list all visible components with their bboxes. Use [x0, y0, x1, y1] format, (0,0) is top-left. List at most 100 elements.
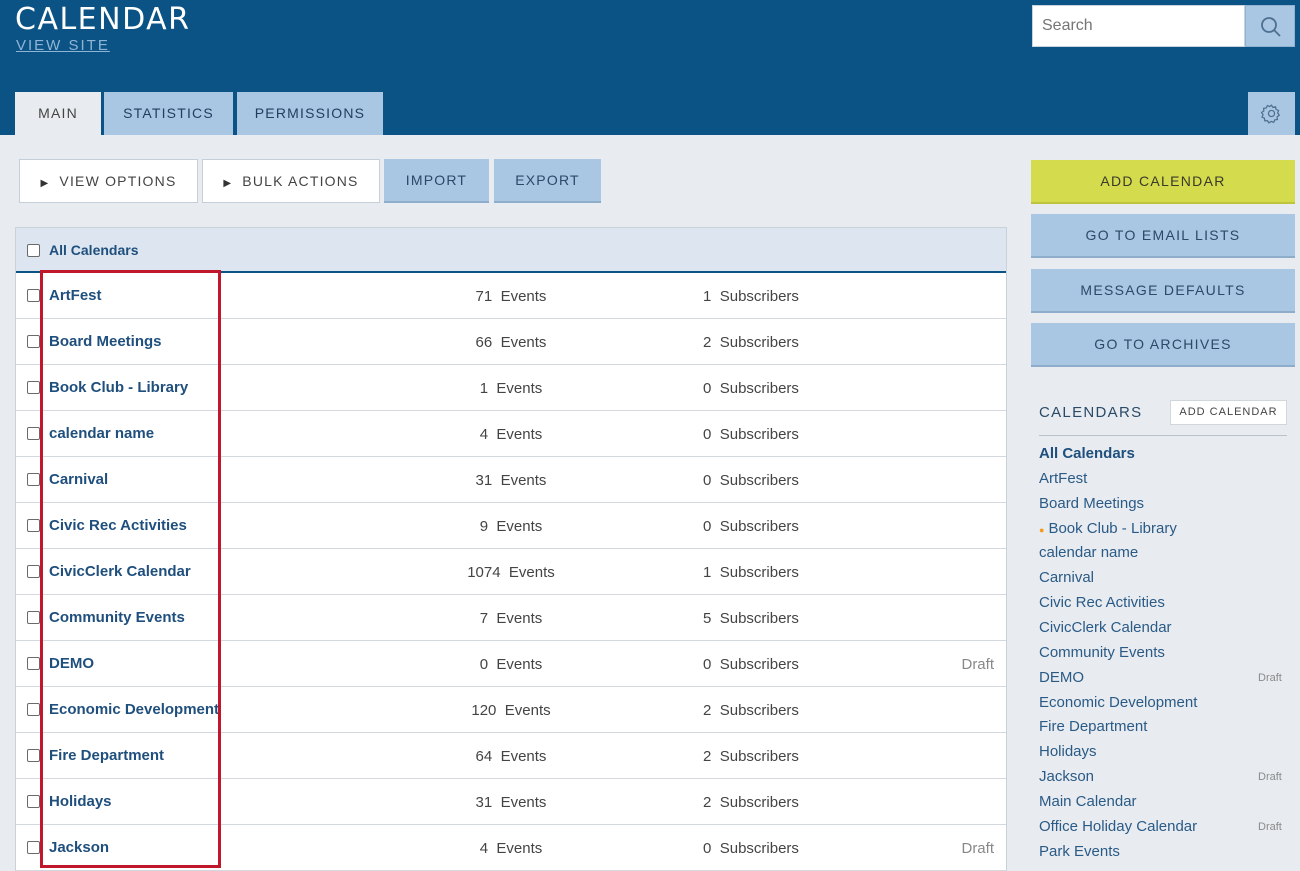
row-checkbox[interactable]	[27, 565, 40, 578]
view-site-link[interactable]: VIEW SITE	[16, 37, 110, 54]
row-checkbox[interactable]	[27, 381, 40, 394]
sidebar-item[interactable]: Civic Rec Activities	[1039, 594, 1165, 611]
calendar-name-link[interactable]: calendar name	[49, 425, 154, 442]
sidebar-item[interactable]: Holidays	[1039, 743, 1097, 760]
calendars-heading: CALENDARS	[1039, 404, 1143, 421]
table-row: Carnival 31 Events 0 Subscribers	[16, 457, 1006, 503]
sidebar-item[interactable]: CivicClerk Calendar	[1039, 619, 1172, 636]
sidebar-item[interactable]: Economic Development	[1039, 694, 1197, 711]
calendar-name-link[interactable]: Economic Development	[49, 701, 219, 718]
sidebar-item[interactable]: Jackson	[1039, 768, 1094, 785]
events-count: 1 Events	[479, 380, 543, 397]
subscribers-count: 1 Subscribers	[703, 564, 799, 581]
sidebar-item[interactable]: Park Events	[1039, 843, 1120, 860]
search-input[interactable]	[1032, 5, 1245, 47]
events-count: 66 Events	[475, 334, 547, 351]
calendar-table: All Calendars ArtFest 71 Events 1 Subscrib…	[15, 227, 1007, 871]
export-button[interactable]: EXPORT	[494, 159, 601, 203]
subscribers-count: 2 Subscribers	[703, 702, 799, 719]
settings-button[interactable]	[1248, 92, 1295, 135]
gear-icon	[1261, 104, 1281, 124]
calendar-name-link[interactable]: Community Events	[49, 609, 185, 626]
sidebar-item[interactable]: Carnival	[1039, 569, 1094, 586]
sidebar-item[interactable]: Main Calendar	[1039, 793, 1137, 810]
sidebar-item[interactable]: Office Holiday Calendar	[1039, 818, 1197, 835]
subscribers-count: 0 Subscribers	[703, 518, 799, 535]
events-count: 31 Events	[475, 794, 547, 811]
row-checkbox[interactable]	[27, 289, 40, 302]
events-count: 0 Events	[479, 656, 543, 673]
sidebar-item[interactable]: Board Meetings	[1039, 495, 1144, 512]
import-button[interactable]: IMPORT	[384, 159, 489, 203]
add-calendar-button[interactable]: ADD CALENDAR	[1031, 160, 1295, 204]
table-row: ArtFest 71 Events 1 Subscribers	[16, 273, 1006, 319]
bulk-actions-button[interactable]: ▶ BULK ACTIONS	[202, 159, 380, 203]
calendar-name-link[interactable]: DEMO	[49, 655, 94, 672]
draft-badge: Draft	[1258, 821, 1282, 833]
sidebar-item[interactable]: ArtFest	[1039, 470, 1087, 487]
sidebar-item[interactable]: DEMO	[1039, 669, 1084, 686]
tab-statistics[interactable]: STATISTICS	[104, 92, 233, 135]
subscribers-count: 5 Subscribers	[703, 610, 799, 627]
subscribers-count: 0 Subscribers	[703, 472, 799, 489]
page-title: CALENDAR	[15, 2, 191, 37]
status-badge: Draft	[961, 840, 994, 857]
calendar-name-link[interactable]: Book Club - Library	[49, 379, 188, 396]
row-checkbox[interactable]	[27, 795, 40, 808]
table-row: Civic Rec Activities 9 Events 0 Subscriber…	[16, 503, 1006, 549]
divider	[1039, 435, 1287, 436]
calendar-name-link[interactable]: Fire Department	[49, 747, 164, 764]
select-all-checkbox[interactable]	[27, 244, 40, 257]
calendar-name-link[interactable]: CivicClerk Calendar	[49, 563, 191, 580]
sidebar-item[interactable]: Community Events	[1039, 644, 1165, 661]
sidebar-item[interactable]: ● Book Club - Library	[1039, 520, 1177, 537]
calendar-name-link[interactable]: Board Meetings	[49, 333, 162, 350]
row-checkbox[interactable]	[27, 841, 40, 854]
row-checkbox[interactable]	[27, 611, 40, 624]
subscribers-count: 0 Subscribers	[703, 380, 799, 397]
archives-button[interactable]: GO TO ARCHIVES	[1031, 323, 1295, 367]
events-count: 4 Events	[479, 840, 543, 857]
row-checkbox[interactable]	[27, 703, 40, 716]
view-options-button[interactable]: ▶ VIEW OPTIONS	[19, 159, 198, 203]
sidebar-item[interactable]: All Calendars	[1039, 445, 1135, 462]
table-row: calendar name 4 Events 0 Subscribers	[16, 411, 1006, 457]
play-icon: ▶	[223, 178, 233, 189]
subscribers-count: 2 Subscribers	[703, 334, 799, 351]
calendar-name-link[interactable]: Civic Rec Activities	[49, 517, 187, 534]
table-row: Economic Development 120 Events 2 Subscrib…	[16, 687, 1006, 733]
table-row: Community Events 7 Events 5 Subscribers	[16, 595, 1006, 641]
table-row: Board Meetings 66 Events 2 Subscribers	[16, 319, 1006, 365]
tab-permissions[interactable]: PERMISSIONS	[237, 92, 383, 135]
calendar-name-link[interactable]: Jackson	[49, 839, 109, 856]
dot-icon: ●	[1039, 525, 1045, 535]
calendar-name-link[interactable]: Carnival	[49, 471, 108, 488]
events-count: 120 Events	[471, 702, 551, 719]
status-badge: Draft	[961, 656, 994, 673]
row-checkbox[interactable]	[27, 473, 40, 486]
events-count: 31 Events	[475, 472, 547, 489]
row-checkbox[interactable]	[27, 657, 40, 670]
sidebar-item[interactable]: calendar name	[1039, 544, 1138, 561]
row-checkbox[interactable]	[27, 519, 40, 532]
all-calendars-header: All Calendars	[49, 242, 139, 258]
tab-main[interactable]: MAIN	[15, 92, 101, 135]
bulk-actions-label: BULK ACTIONS	[242, 173, 359, 189]
row-checkbox[interactable]	[27, 749, 40, 762]
search-icon	[1261, 17, 1281, 37]
play-icon: ▶	[40, 178, 50, 189]
row-checkbox[interactable]	[27, 427, 40, 440]
events-count: 7 Events	[479, 610, 543, 627]
subscribers-count: 2 Subscribers	[703, 794, 799, 811]
subscribers-count: 0 Subscribers	[703, 656, 799, 673]
sidebar-add-calendar-button[interactable]: ADD CALENDAR	[1170, 400, 1287, 425]
email-lists-button[interactable]: GO TO EMAIL LISTS	[1031, 214, 1295, 258]
calendar-name-link[interactable]: ArtFest	[49, 287, 102, 304]
message-defaults-button[interactable]: MESSAGE DEFAULTS	[1031, 269, 1295, 313]
search-button[interactable]	[1245, 5, 1295, 47]
table-row: DEMO 0 Events 0 Subscribers Draft	[16, 641, 1006, 687]
subscribers-count: 0 Subscribers	[703, 426, 799, 443]
row-checkbox[interactable]	[27, 335, 40, 348]
calendar-name-link[interactable]: Holidays	[49, 793, 112, 810]
sidebar-item[interactable]: Fire Department	[1039, 718, 1147, 735]
